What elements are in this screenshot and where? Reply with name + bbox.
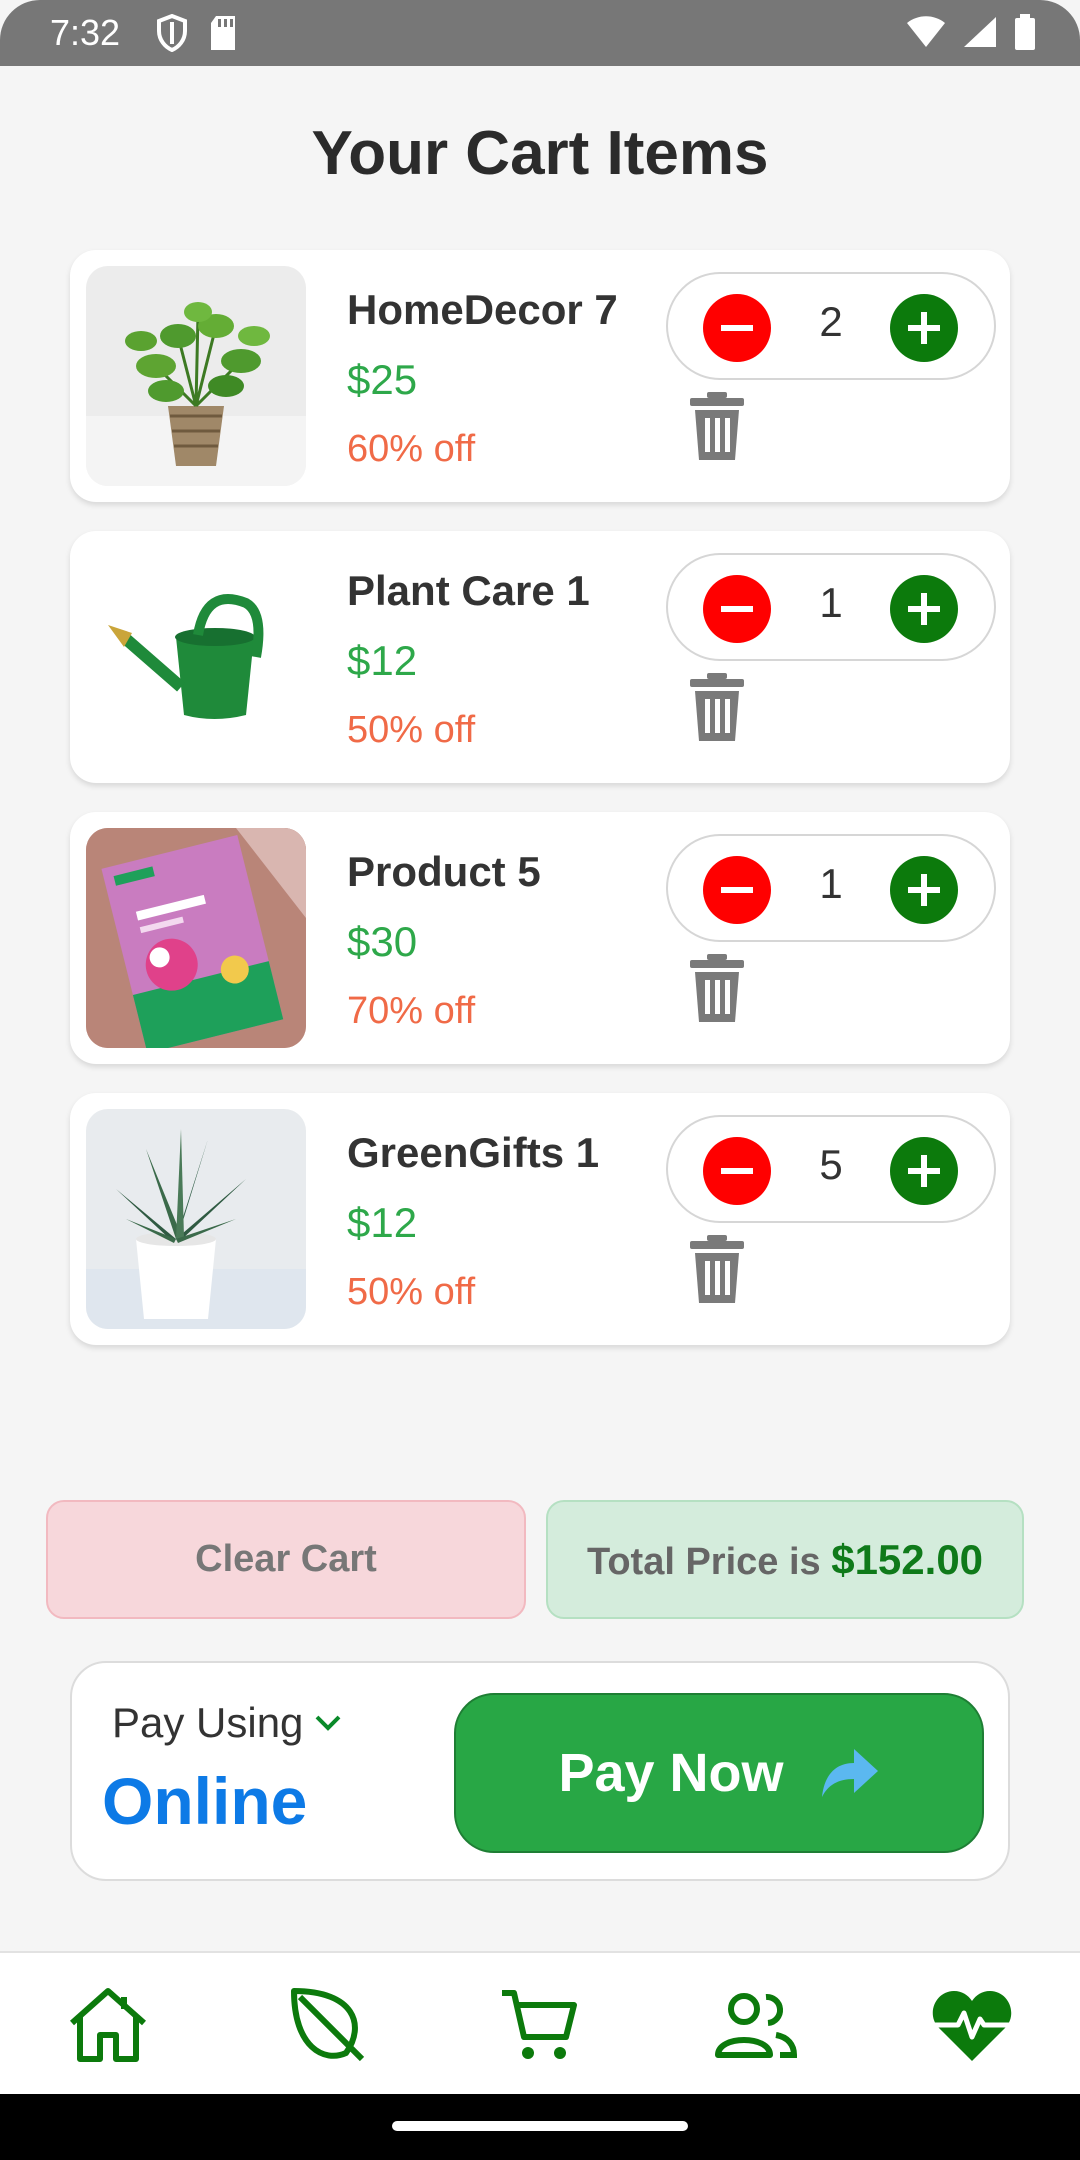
payment-panel: Pay Using Online Pay Now: [70, 1661, 1010, 1881]
item-name: HomeDecor 7: [347, 286, 618, 333]
bottom-navigation: [0, 1951, 1080, 2094]
item-discount: 50% off: [347, 1271, 476, 1313]
leaf-icon[interactable]: [284, 1985, 368, 2065]
share-arrow-icon: [821, 1749, 878, 1797]
quantity-stepper: 1: [666, 834, 996, 942]
total-price: Total Price is $152.00: [546, 1500, 1024, 1619]
page-title: Your Cart Items: [311, 119, 769, 188]
item-price: $30: [347, 918, 418, 965]
pay-using-label: Pay Using: [112, 1699, 304, 1746]
shield-icon: [157, 14, 187, 52]
cart-item: HomeDecor 7 $25 60% off 2: [70, 250, 1010, 502]
trash-icon[interactable]: [686, 952, 748, 1024]
status-time: 7:32: [50, 12, 121, 53]
decrease-quantity-button[interactable]: [703, 856, 771, 924]
chevron-down-icon: [316, 1715, 341, 1731]
increase-quantity-button[interactable]: [890, 575, 958, 643]
signal-icon: [964, 17, 996, 47]
community-icon[interactable]: [714, 1985, 798, 2065]
quantity-stepper: 2: [666, 272, 996, 380]
cart-list: HomeDecor 7 $25 60% off 2 Plant Care 1 $…: [70, 250, 1010, 1374]
battery-icon: [1015, 14, 1035, 50]
cart-item: Plant Care 1 $12 50% off 1: [70, 531, 1010, 783]
increase-quantity-button[interactable]: [890, 1137, 958, 1205]
pay-using-selector[interactable]: Pay Using: [112, 1699, 343, 1747]
item-name: Product 5: [347, 848, 541, 895]
pay-now-button[interactable]: Pay Now: [454, 1693, 984, 1853]
payment-method: Online: [102, 1764, 308, 1838]
wifi-icon: [907, 16, 945, 47]
increase-quantity-button[interactable]: [890, 294, 958, 362]
quantity-value: 5: [819, 1141, 843, 1188]
status-bar: 7:32: [0, 0, 1080, 66]
watering-can-thumbnail[interactable]: [86, 547, 306, 767]
item-price: $12: [347, 1199, 418, 1246]
decrease-quantity-button[interactable]: [703, 575, 771, 643]
decrease-quantity-button[interactable]: [703, 1137, 771, 1205]
sd-card-icon: [211, 16, 235, 50]
trash-icon[interactable]: [686, 1233, 748, 1305]
item-name: GreenGifts 1: [347, 1129, 600, 1176]
item-discount: 60% off: [347, 428, 476, 470]
item-name: Plant Care 1: [347, 567, 590, 614]
health-heart-icon[interactable]: [930, 1985, 1014, 2065]
total-amount: $152.00: [831, 1536, 984, 1583]
pay-now-label: Pay Now: [558, 1743, 784, 1803]
system-navigation-bar: [0, 2094, 1080, 2160]
increase-quantity-button[interactable]: [890, 856, 958, 924]
total-label: Total Price is: [586, 1541, 821, 1583]
quantity-value: 1: [819, 860, 843, 907]
item-price: $25: [347, 356, 418, 403]
trash-icon[interactable]: [686, 671, 748, 743]
home-icon[interactable]: [66, 1985, 150, 2065]
decrease-quantity-button[interactable]: [703, 294, 771, 362]
quantity-value: 1: [819, 579, 843, 626]
item-discount: 50% off: [347, 709, 476, 751]
cosmos-seeds-thumbnail[interactable]: [86, 828, 306, 1048]
home-indicator[interactable]: [392, 2121, 688, 2131]
cart-item: GreenGifts 1 $12 50% off 5: [70, 1093, 1010, 1345]
quantity-stepper: 1: [666, 553, 996, 661]
item-price: $12: [347, 637, 418, 684]
aloe-plant-thumbnail[interactable]: [86, 1109, 306, 1329]
quantity-stepper: 5: [666, 1115, 996, 1223]
pothos-plant-thumbnail[interactable]: [86, 266, 306, 486]
cart-item: Product 5 $30 70% off 1: [70, 812, 1010, 1064]
trash-icon[interactable]: [686, 390, 748, 462]
clear-cart-button[interactable]: Clear Cart: [46, 1500, 526, 1619]
cart-icon[interactable]: [498, 1985, 582, 2065]
quantity-value: 2: [819, 298, 843, 345]
item-discount: 70% off: [347, 990, 476, 1032]
